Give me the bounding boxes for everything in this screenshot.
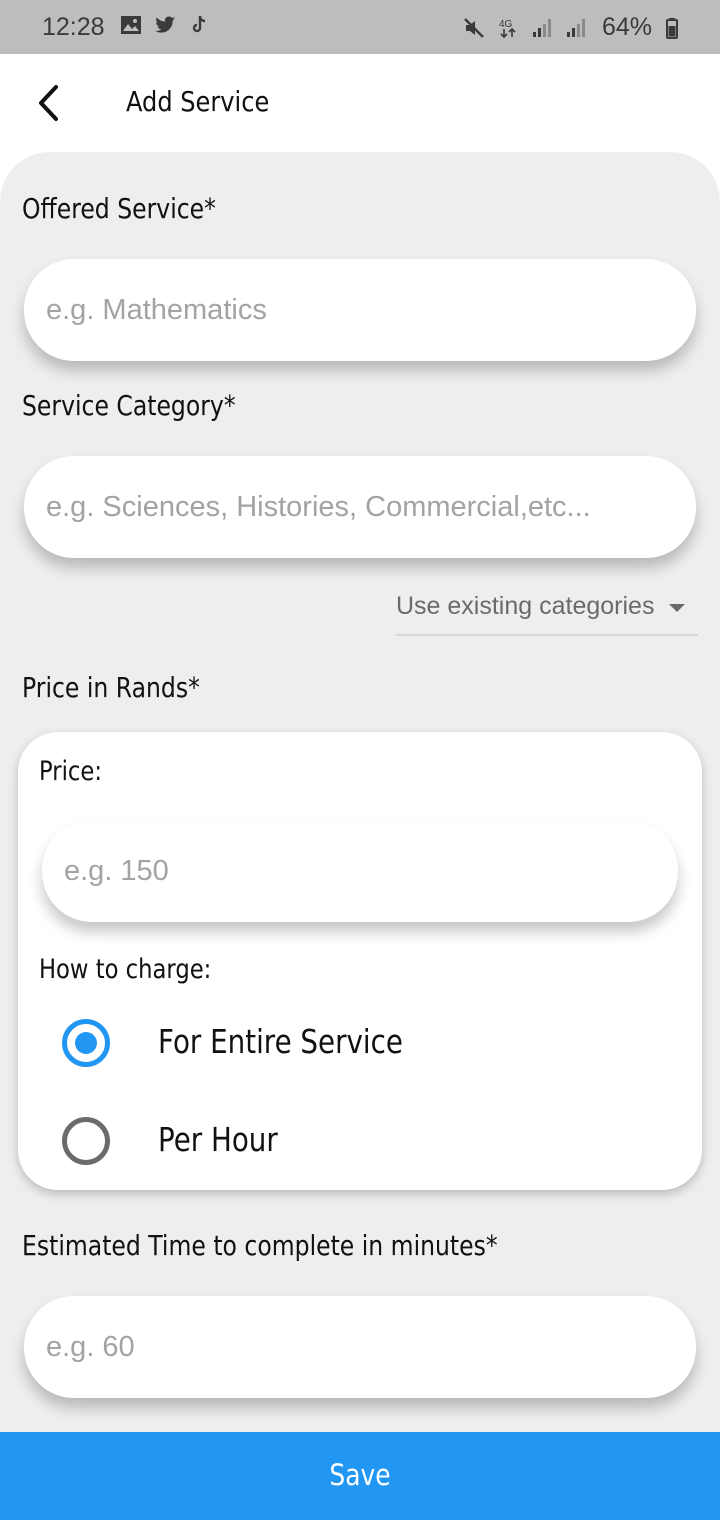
existing-categories-dropdown[interactable]: Use existing categories [396,584,698,636]
price-input[interactable] [42,820,678,922]
save-label: Save [329,1458,391,1492]
dropdown-label: Use existing categories [396,592,655,620]
radio-selected-icon [62,1019,110,1067]
notification-icons [119,13,211,37]
radio-unselected-icon [62,1117,110,1165]
price-label: Price: [39,756,102,787]
save-button[interactable]: Save [0,1432,720,1520]
form-container: Offered Service* Service Category* Use e… [0,152,720,1432]
radio-entire-service[interactable]: For Entire Service [62,1014,662,1074]
status-time: 12:28 [42,13,105,41]
dropdown-arrow-icon [669,604,685,612]
gallery-icon [121,16,141,34]
network-4g-icon: 4G [499,19,516,38]
back-button[interactable] [28,78,72,128]
signal-icon-2 [566,18,585,37]
service-category-input[interactable] [24,456,696,558]
radio-label-per-hour: Per Hour [158,1120,278,1159]
price-section-label: Price in Rands* [22,671,200,704]
svg-text:4G: 4G [499,19,513,30]
system-icons: 4G 64% [462,13,686,42]
offered-service-label: Offered Service* [22,192,216,225]
offered-service-input[interactable] [24,259,696,361]
radio-per-hour[interactable]: Per Hour [62,1112,662,1172]
price-card: Price: How to charge: For Entire Service… [18,732,702,1190]
estimated-time-input[interactable] [24,1296,696,1398]
how-to-charge-label: How to charge: [39,954,212,985]
signal-icon [532,18,551,37]
twitter-icon [155,16,175,33]
status-bar: 12:28 4G 64% [0,0,720,54]
radio-label-entire-service: For Entire Service [158,1022,403,1061]
chevron-left-icon [39,85,58,121]
page-title: Add Service [126,85,270,118]
tiktok-icon [192,15,206,33]
estimated-time-label: Estimated Time to complete in minutes* [22,1229,498,1262]
app-bar: Add Service [0,54,720,152]
battery-percent: 64% [601,13,652,41]
service-category-label: Service Category* [22,389,236,422]
battery-icon [666,17,678,39]
mute-icon [464,17,484,38]
